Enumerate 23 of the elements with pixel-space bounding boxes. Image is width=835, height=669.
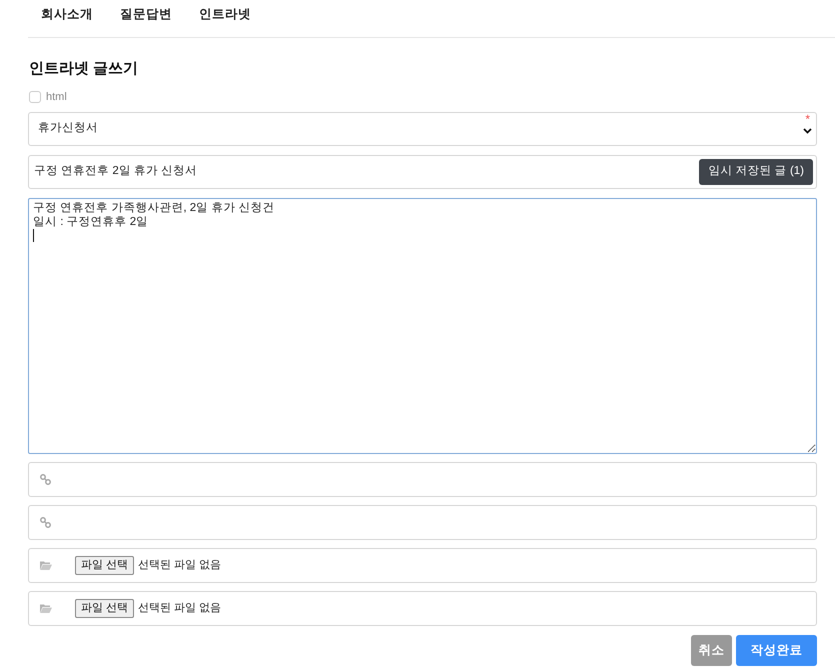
text-cursor-icon xyxy=(33,229,34,242)
link-icon xyxy=(40,517,51,528)
folder-icon xyxy=(40,561,52,570)
nav-link[interactable]: 인트라넷 xyxy=(199,5,251,24)
body-textarea[interactable]: 구정 연휴전후 가족행사관련, 2일 휴가 신청건 일시 : 구정연휴후 2일 xyxy=(28,198,817,454)
file-status-text: 선택된 파일 없음 xyxy=(138,558,222,574)
file-status-text: 선택된 파일 없음 xyxy=(138,601,222,616)
nav-link[interactable]: 회사소개 xyxy=(41,5,93,24)
folder-icon xyxy=(40,604,52,613)
link-field[interactable] xyxy=(28,505,817,540)
link-field[interactable] xyxy=(28,462,817,497)
checkbox-label: html xyxy=(46,90,67,105)
html-checkbox[interactable] xyxy=(29,91,41,103)
choose-file-button[interactable]: 파일 선택 xyxy=(75,599,134,618)
category-select[interactable]: 휴가신청서 * xyxy=(28,112,817,146)
page-title: 인트라넷 글쓰기 xyxy=(29,59,140,79)
nav-link[interactable]: 질문답변 xyxy=(120,5,172,24)
link-icon xyxy=(40,474,51,485)
chevron-down-icon xyxy=(803,128,812,134)
saved-drafts-button[interactable]: 임시 저장된 글 (1) xyxy=(699,159,813,185)
choose-file-button[interactable]: 파일 선택 xyxy=(75,556,134,575)
required-mark: * xyxy=(805,113,810,125)
subject-field[interactable]: 구정 연휴전후 2일 휴가 신청서 임시 저장된 글 (1) xyxy=(28,155,817,189)
